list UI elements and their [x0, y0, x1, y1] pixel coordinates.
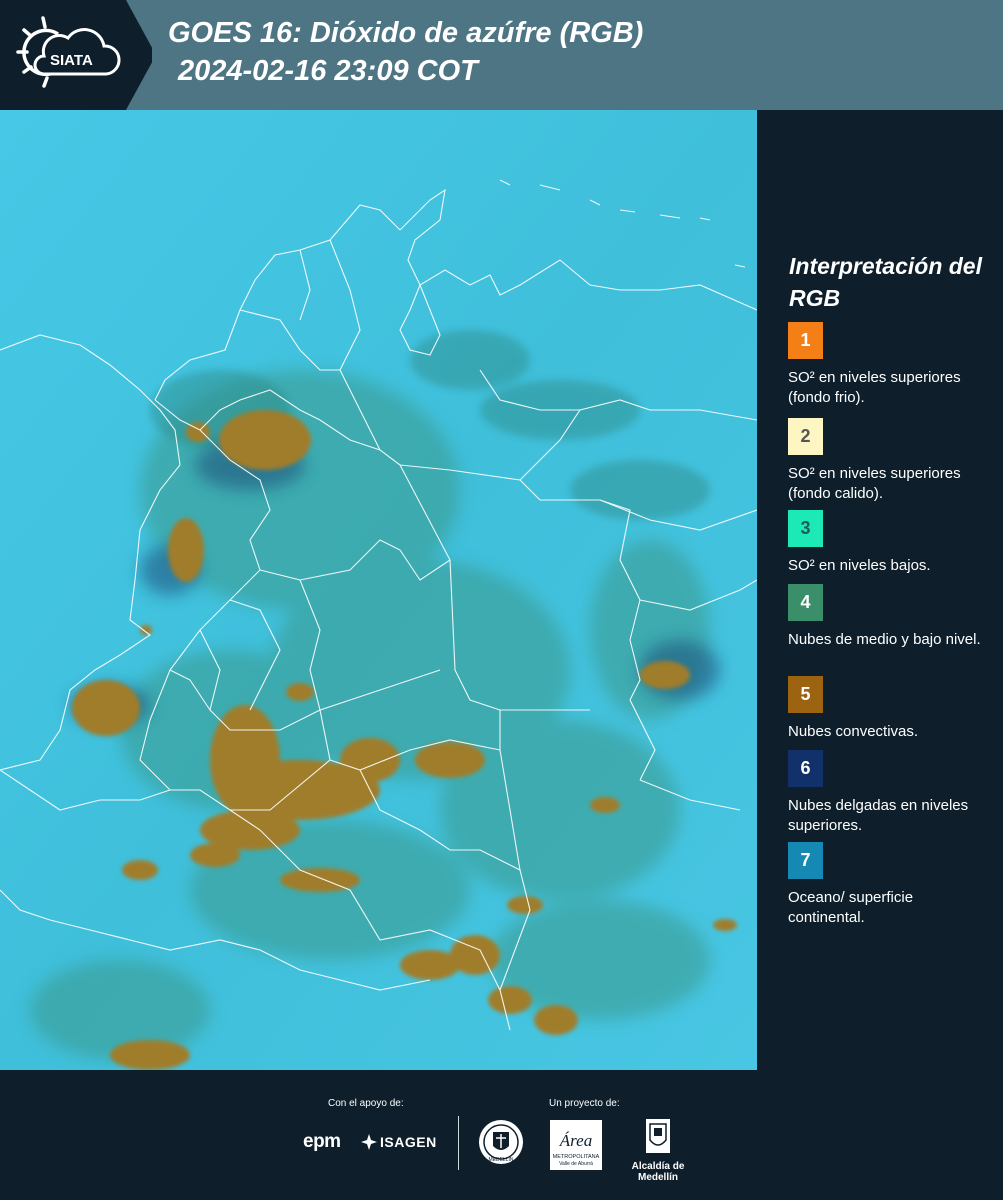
- medellin-seal-logo[interactable]: MEDELLÍN: [477, 1118, 525, 1173]
- alcaldia-medellin-logo[interactable]: Alcaldía de Medellín: [612, 1118, 704, 1183]
- isagen-text: ISAGEN: [380, 1134, 437, 1150]
- sun-cloud-icon: SIATA: [16, 16, 121, 88]
- alcaldia-text: Alcaldía de Medellín: [631, 1161, 685, 1183]
- footer-bar: Con el apoyo de: Un proyecto de: epm ISA…: [0, 1070, 1003, 1200]
- legend-swatch: 6: [788, 750, 823, 787]
- svg-text:Área: Área: [559, 1131, 592, 1150]
- legend-swatch: 4: [788, 584, 823, 621]
- title-product: GOES 16: Dióxido de azúfre (RGB): [168, 17, 644, 49]
- footer-divider: [458, 1116, 459, 1170]
- legend-swatch: 2: [788, 418, 823, 455]
- legend-swatch: 7: [788, 842, 823, 879]
- legend-description: Oceano/ superficie continental.: [788, 889, 914, 926]
- page-title: GOES 16: Dióxido de azúfre (RGB) 2024-02…: [168, 14, 643, 90]
- isagen-logo[interactable]: ISAGEN: [360, 1133, 436, 1153]
- siata-logo[interactable]: SIATA: [0, 0, 152, 110]
- svg-text:METROPOLITANA: METROPOLITANA: [553, 1154, 600, 1160]
- legend-description: Nubes delgadas en niveles superiores.: [788, 797, 969, 834]
- project-label: Un proyecto de:: [549, 1098, 620, 1109]
- legend-swatch: 3: [788, 510, 823, 547]
- legend-panel: Interpretación del RGB 1 SO² en niveles …: [757, 110, 1003, 1070]
- legend-item-4: 4 Nubes de medio y bajo nivel.: [788, 584, 993, 650]
- legend-item-1: 1 SO² en niveles superiores (fondo frio)…: [788, 322, 993, 408]
- coat-of-arms-icon: [646, 1119, 670, 1153]
- legend-description: Nubes de medio y bajo nivel.: [788, 631, 981, 648]
- legend-title: Interpretación del RGB: [789, 253, 982, 311]
- svg-text:Valle de Aburrá: Valle de Aburrá: [559, 1161, 593, 1167]
- legend-description: SO² en niveles superiores (fondo calido)…: [788, 465, 961, 502]
- legend-item-6: 6 Nubes delgadas en niveles superiores.: [788, 750, 993, 836]
- legend-swatch: 5: [788, 676, 823, 713]
- seal-icon: MEDELLÍN: [479, 1120, 523, 1164]
- legend-description: SO² en niveles bajos.: [788, 557, 931, 574]
- legend-item-5: 5 Nubes convectivas.: [788, 676, 993, 742]
- header-bar: SIATA GOES 16: Dióxido de azúfre (RGB) 2…: [0, 0, 1003, 110]
- svg-text:MEDELLÍN: MEDELLÍN: [488, 1156, 513, 1163]
- title-datetime: 2024-02-16 23:09 COT: [178, 55, 478, 87]
- legend-item-7: 7 Oceano/ superficie continental.: [788, 842, 993, 928]
- legend-description: SO² en niveles superiores (fondo frio).: [788, 369, 961, 406]
- legend-description: Nubes convectivas.: [788, 723, 919, 740]
- satellite-map[interactable]: [0, 110, 757, 1070]
- isagen-icon: [361, 1134, 377, 1150]
- amva-icon: Área METROPOLITANA Valle de Aburrá: [550, 1120, 602, 1170]
- legend-item-3: 3 SO² en niveles bajos.: [788, 510, 993, 576]
- svg-text:SIATA: SIATA: [50, 52, 93, 69]
- legend-swatch: 1: [788, 322, 823, 359]
- legend-item-2: 2 SO² en niveles superiores (fondo calid…: [788, 418, 993, 504]
- area-metropolitana-logo[interactable]: Área METROPOLITANA Valle de Aburrá: [550, 1120, 602, 1175]
- epm-logo[interactable]: epm: [303, 1131, 341, 1153]
- rgb-image: [0, 110, 757, 1070]
- support-label: Con el apoyo de:: [328, 1098, 404, 1109]
